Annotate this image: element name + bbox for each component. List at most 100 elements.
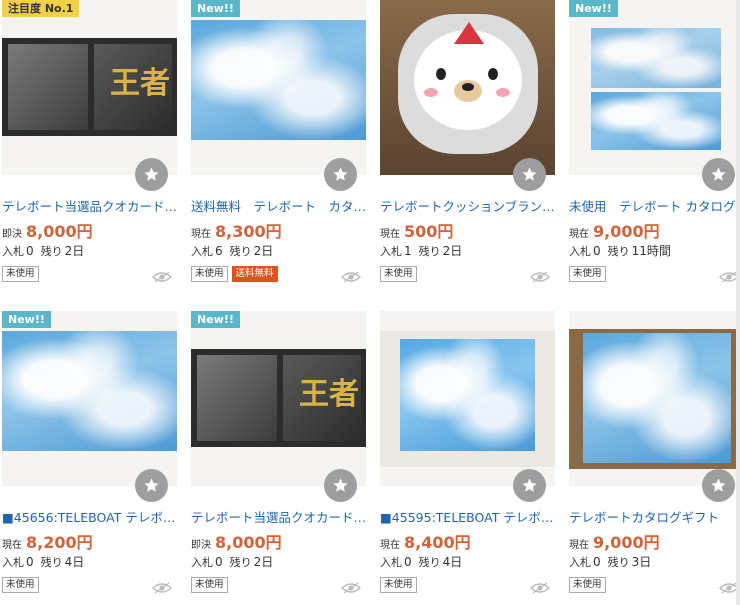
price-row: 現在 9,000円	[569, 218, 660, 241]
remaining-label: 残り	[40, 245, 63, 258]
product-title-link[interactable]: テレボート当選品クオカード…	[191, 507, 366, 526]
remaining-time: 2日	[64, 244, 85, 258]
condition-tag: 未使用	[569, 577, 606, 593]
price-type-label: 即決	[2, 229, 22, 240]
product-title-link[interactable]: テレボートクッションブラン…	[380, 196, 555, 215]
product-image[interactable]	[569, 311, 740, 486]
remaining-label: 残り	[607, 245, 630, 258]
favorite-star-icon[interactable]	[513, 469, 546, 502]
new-badge: New!!	[191, 0, 240, 17]
tag-list: 未使用	[569, 266, 606, 282]
price-type-label: 現在	[191, 229, 211, 240]
tag-list: 未使用	[380, 266, 417, 282]
bids-label: 入札	[2, 245, 24, 258]
product-title-link[interactable]: 未使用 テレボート カタログ…	[569, 196, 740, 215]
favorite-star-icon[interactable]	[513, 158, 546, 191]
remaining-label: 残り	[418, 556, 441, 569]
favorite-star-icon[interactable]	[324, 158, 357, 191]
favorite-star-icon[interactable]	[324, 469, 357, 502]
price-type-label: 現在	[380, 540, 400, 551]
bid-info: 入札 0 残り 2日	[191, 553, 280, 570]
bids-label: 入札	[569, 556, 591, 569]
product-card[interactable]: 王者 注目度 No.1 テレボート当選品クオカード… 即決 8,000円 入札 0 残り 2日未…	[2, 0, 177, 290]
watch-eye-icon[interactable]	[151, 579, 173, 594]
bids-label: 入札	[2, 556, 24, 569]
remaining-time: 2日	[253, 555, 274, 569]
bids-count: 0	[404, 555, 412, 569]
condition-tag: 未使用	[2, 266, 39, 282]
remaining-label: 残り	[607, 556, 630, 569]
product-image[interactable]: 王者	[191, 311, 366, 486]
bids-count: 0	[593, 555, 601, 569]
price-value: 8,000円	[215, 533, 282, 552]
product-card[interactable]: テレボートクッションブラン… 現在 500円 入札 1 残り 2日 未使用	[380, 0, 555, 290]
product-image[interactable]: 王者	[2, 0, 177, 175]
remaining-time: 4日	[442, 555, 463, 569]
price-value: 9,000円	[593, 533, 660, 552]
tag-list: 未使用	[380, 577, 417, 593]
product-title-link[interactable]: テレボート当選品クオカード…	[2, 196, 177, 215]
watch-eye-icon[interactable]	[529, 579, 551, 594]
price-value: 8,400円	[404, 533, 471, 552]
remaining-time: 2日	[253, 244, 274, 258]
tag-list: 未使用	[191, 577, 228, 593]
favorite-star-icon[interactable]	[135, 469, 168, 502]
product-card[interactable]: 王者 New!! テレボート当選品クオカード… 即決 8,000円 入札 0 残り 2日 未使用	[191, 311, 366, 601]
watch-eye-icon[interactable]	[340, 268, 362, 283]
tag-list: 未使用	[2, 266, 39, 282]
new-badge: New!!	[569, 0, 618, 17]
condition-tag: 未使用	[569, 266, 606, 282]
product-image[interactable]	[191, 0, 366, 175]
bid-info: 入札 0 残り 4日	[380, 553, 469, 570]
watch-eye-icon[interactable]	[529, 268, 551, 283]
product-card[interactable]: New!! ■45656:TELEBOAT テレボ… 現在 8,200円 入札 0 残り 4日…	[2, 311, 177, 601]
price-value: 500円	[404, 222, 454, 241]
price-row: 現在 9,000円	[569, 529, 660, 552]
product-image[interactable]	[2, 311, 177, 486]
favorite-star-icon[interactable]	[135, 158, 168, 191]
remaining-label: 残り	[229, 556, 252, 569]
bids-count: 0	[593, 244, 601, 258]
bids-count: 1	[404, 244, 412, 258]
product-image[interactable]	[380, 311, 555, 486]
bids-label: 入札	[380, 556, 402, 569]
new-badge: New!!	[2, 311, 51, 328]
favorite-star-icon[interactable]	[702, 158, 735, 191]
bids-label: 入札	[191, 556, 213, 569]
product-title-link[interactable]: テレボートカタログギフト	[569, 507, 740, 526]
product-image[interactable]	[569, 0, 740, 175]
remaining-label: 残り	[40, 556, 63, 569]
bids-label: 入札	[191, 245, 213, 258]
condition-tag: 未使用	[2, 577, 39, 593]
photo-print	[8, 44, 88, 130]
remaining-time: 3日	[631, 555, 652, 569]
price-value: 8,000円	[26, 222, 93, 241]
favorite-star-icon[interactable]	[702, 469, 735, 502]
product-card[interactable]: テレボートカタログギフト現在 9,000円 入札 0 残り 3日未使用	[569, 311, 740, 601]
remaining-label: 残り	[229, 245, 252, 258]
price-type-label: 現在	[569, 540, 589, 551]
product-card[interactable]: New!! 送料無料 テレボート カタ… 現在 8,300円 入札 6 残り 2日 未使用 送料無…	[191, 0, 366, 290]
price-row: 現在 8,300円	[191, 218, 282, 241]
new-badge: New!!	[191, 311, 240, 328]
product-card[interactable]: New!! 未使用 テレボート カタログ… 現在 9,000円 入札 0 残り 11時間 未使用	[569, 0, 740, 290]
price-row: 即決 8,000円	[191, 529, 282, 552]
price-value: 8,200円	[26, 533, 93, 552]
product-card[interactable]: ■45595:TELEBOAT テレボ… 現在 8,400円 入札 0 残り 4日未使用	[380, 311, 555, 601]
price-type-label: 現在	[380, 229, 400, 240]
product-image[interactable]	[380, 0, 555, 175]
scrollbar[interactable]	[736, 0, 740, 605]
product-title-link[interactable]: 送料無料 テレボート カタ…	[191, 196, 366, 215]
price-value: 8,300円	[215, 222, 282, 241]
watch-eye-icon[interactable]	[151, 268, 173, 283]
watch-eye-icon[interactable]	[340, 579, 362, 594]
bids-count: 0	[26, 555, 34, 569]
price-type-label: 即決	[191, 540, 211, 551]
product-title-link[interactable]: ■45656:TELEBOAT テレボ…	[2, 507, 177, 526]
condition-tag: 未使用	[191, 577, 228, 593]
price-type-label: 現在	[2, 540, 22, 551]
condition-tag: 未使用	[380, 577, 417, 593]
product-title-link[interactable]: ■45595:TELEBOAT テレボ…	[380, 507, 555, 526]
remaining-label: 残り	[418, 245, 441, 258]
price-row: 現在 500円	[380, 218, 453, 241]
